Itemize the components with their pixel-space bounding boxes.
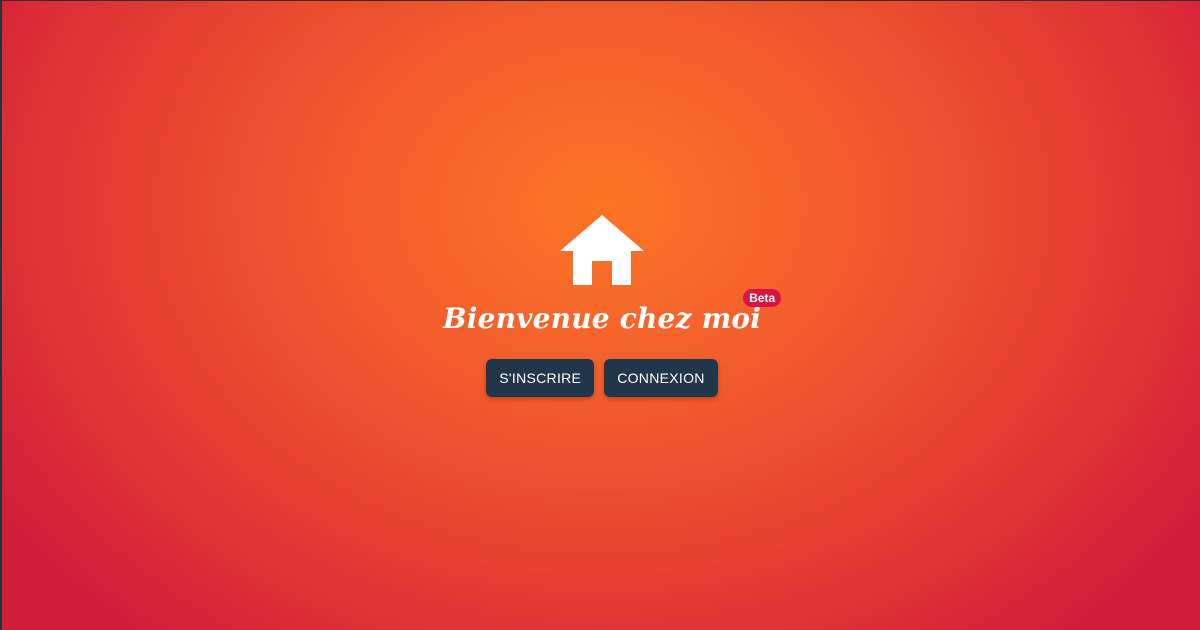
page-title: Bienvenue chez moi (442, 302, 762, 335)
hero: Bienvenue chez moi Beta S'INSCRIRE CONNE… (2, 213, 1200, 397)
auth-actions: S'INSCRIRE CONNEXION (486, 359, 718, 397)
login-button[interactable]: CONNEXION (604, 359, 718, 397)
home-icon (560, 215, 644, 285)
title-wrap: Bienvenue chez moi Beta (442, 289, 782, 337)
beta-badge: Beta (743, 289, 782, 307)
signup-button[interactable]: S'INSCRIRE (486, 359, 595, 397)
landing-page: Bienvenue chez moi Beta S'INSCRIRE CONNE… (0, 0, 1200, 630)
